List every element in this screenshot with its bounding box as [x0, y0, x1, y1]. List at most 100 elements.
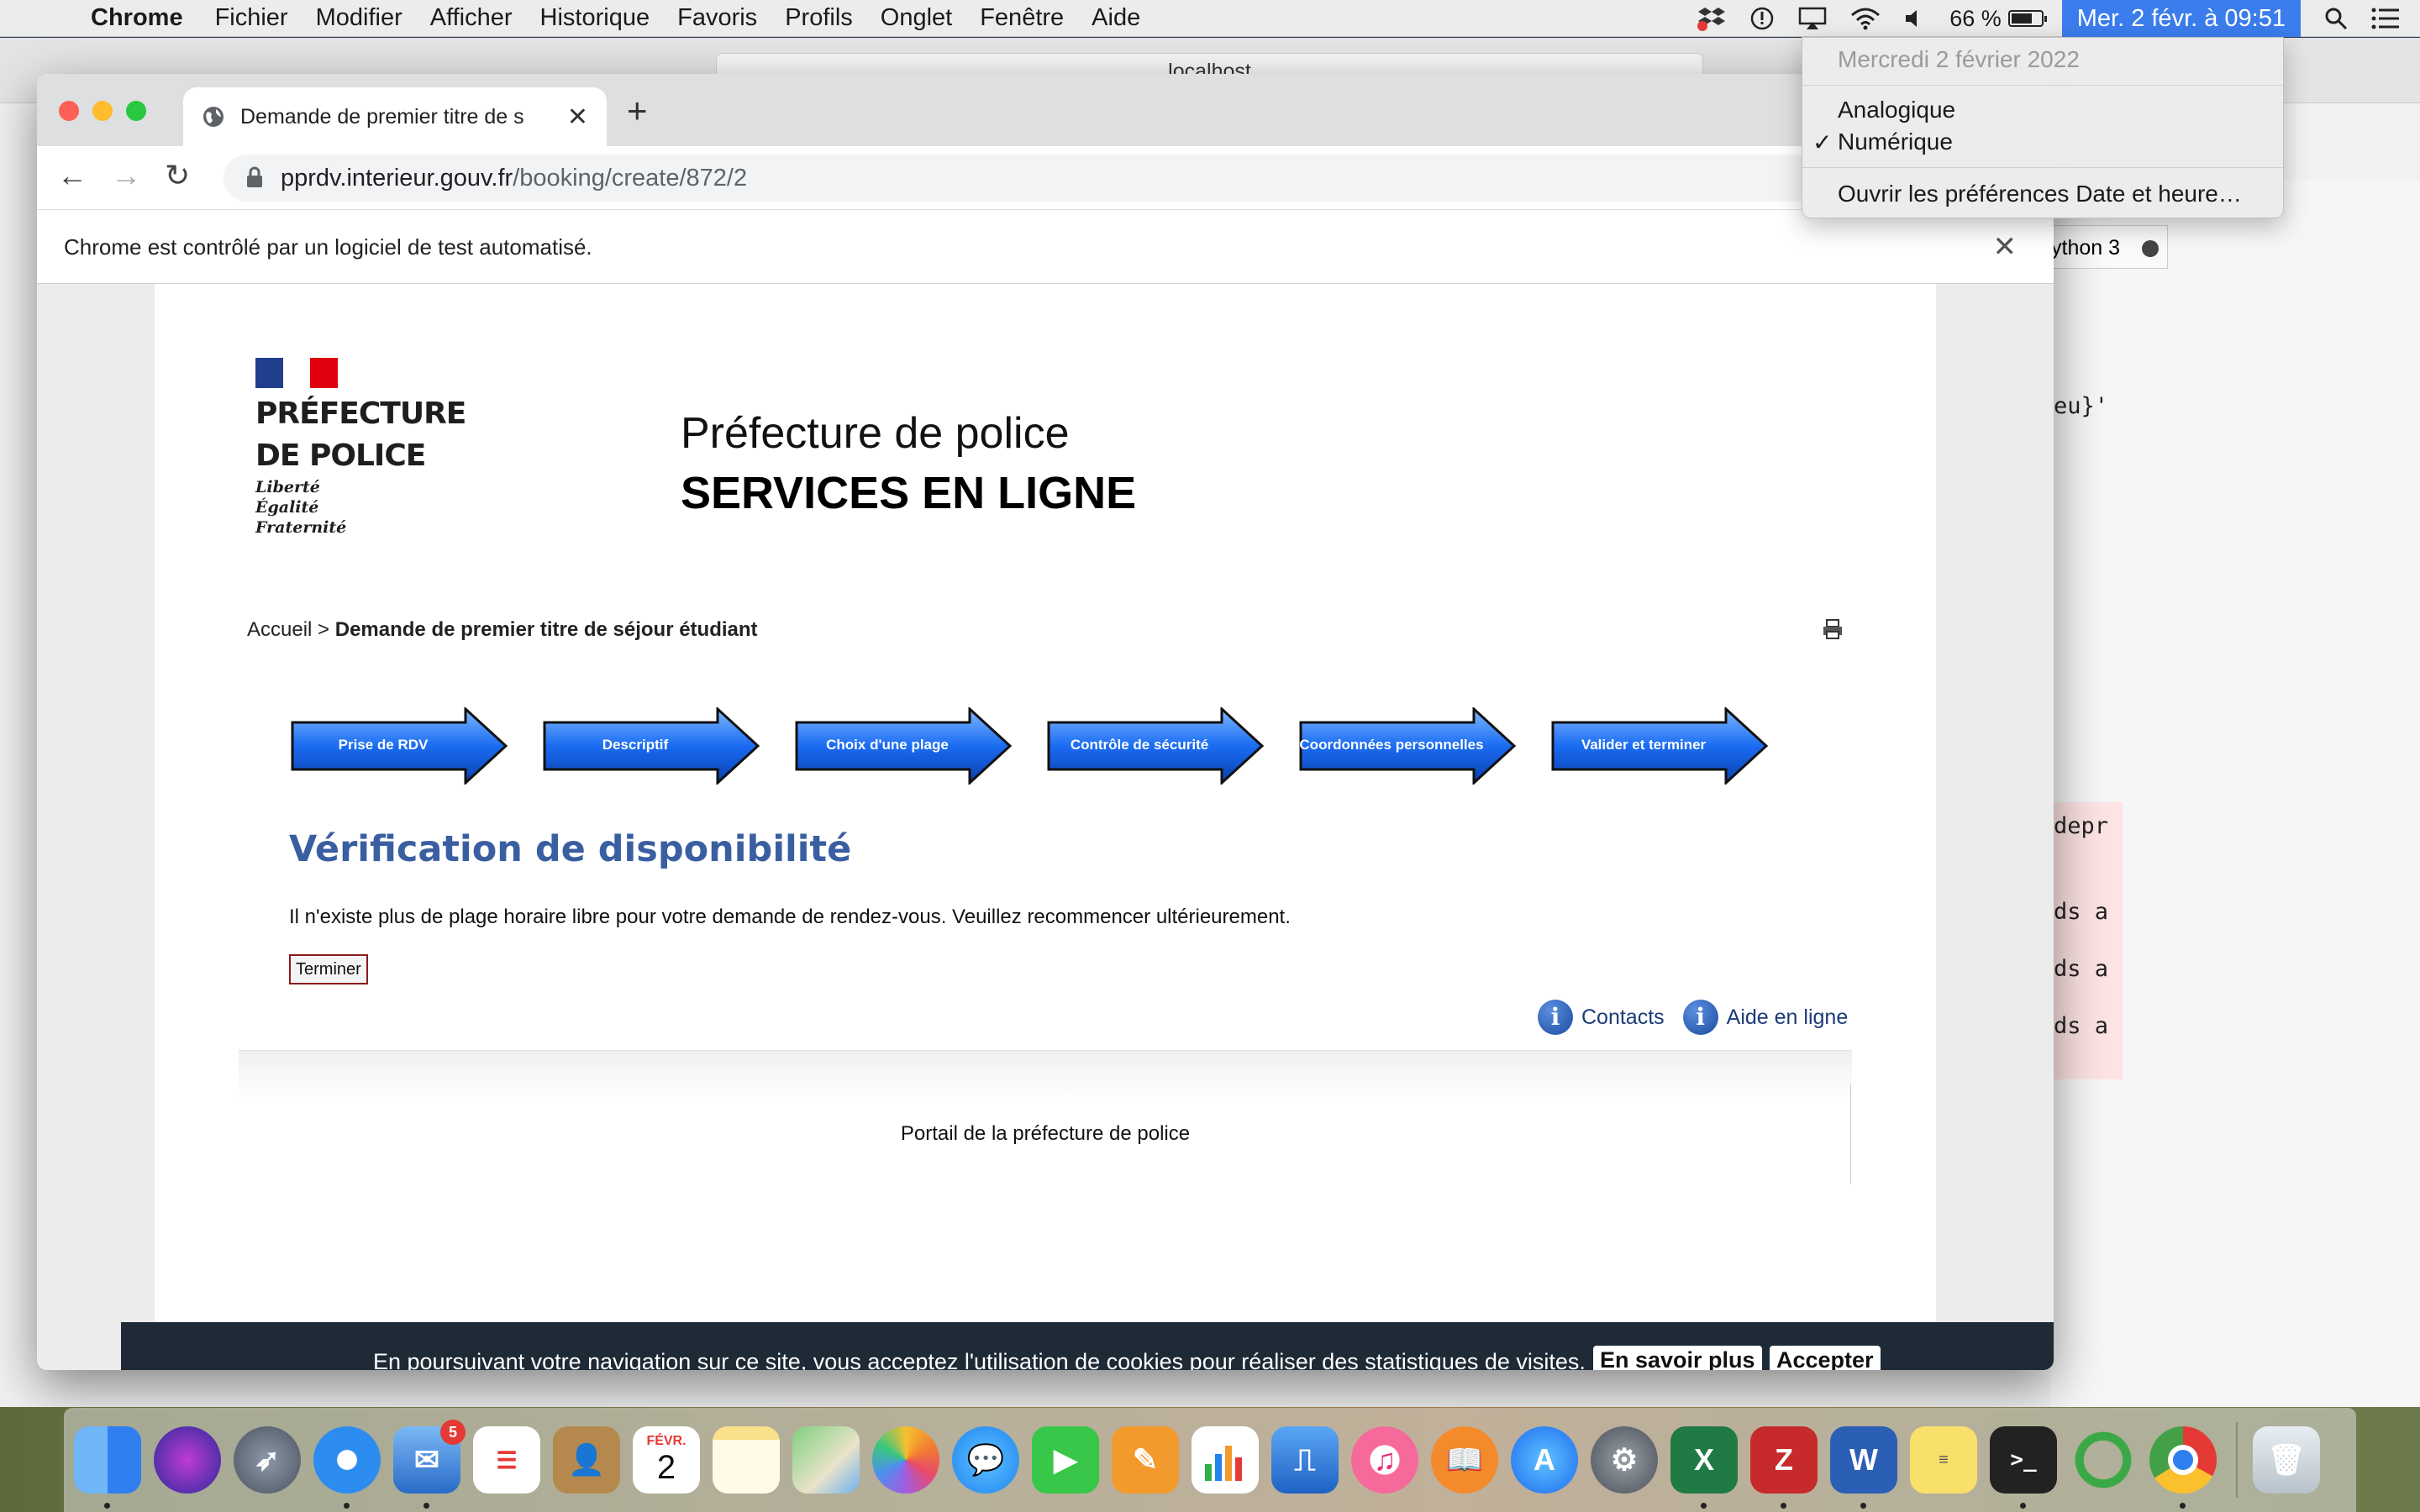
page-heading: Vérification de disponibilité — [289, 828, 852, 870]
print-icon[interactable] — [1822, 618, 1844, 646]
back-icon[interactable]: ← — [57, 158, 87, 193]
spotlight-search-icon[interactable] — [2324, 7, 2348, 30]
help-info-icon[interactable]: i — [1682, 1000, 1718, 1035]
menu-historique[interactable]: Historique — [540, 4, 650, 32]
reminders-icon[interactable]: ☰ — [473, 1426, 540, 1494]
dock: ➶ ✉ 5 ☰ 👤 FÉVR. 2 💬 ▶ ✎ ⎍ ♫ 📖 A ⚙ X Z W ≡ … — [64, 1408, 2356, 1512]
excel-icon[interactable]: X — [1670, 1426, 1738, 1509]
menu-modifier[interactable]: Modifier — [316, 4, 402, 32]
menu-fichier[interactable]: Fichier — [215, 4, 288, 32]
mail-icon[interactable]: ✉ 5 — [393, 1420, 466, 1509]
footer-divider — [239, 1050, 1852, 1100]
wifi-icon[interactable] — [1850, 7, 1881, 30]
step-coordonnees: Coordonnées personnelles — [1297, 707, 1517, 785]
zoom-window-button[interactable] — [126, 101, 146, 121]
battery-status[interactable]: 66 % — [1949, 6, 2047, 32]
app-store-icon[interactable]: A — [1511, 1426, 1578, 1494]
step-choix-plage: Choix d'une plage — [793, 707, 1013, 785]
tab-close-icon[interactable]: ✕ — [567, 102, 588, 132]
itunes-icon[interactable]: ♫ — [1351, 1426, 1418, 1494]
menu-bar: Chrome Fichier Modifier Afficher Histori… — [0, 0, 2420, 37]
tab-active[interactable]: Demande de premier titre de s ✕ — [183, 87, 607, 146]
motto: Liberté Égalité Fraternité — [255, 478, 347, 537]
airplay-icon[interactable] — [1798, 7, 1827, 30]
new-tab-button[interactable]: + — [627, 91, 648, 131]
code-line: ds a — [2054, 956, 2109, 982]
notes-icon[interactable] — [713, 1426, 780, 1494]
window-controls — [59, 101, 146, 121]
notification-center-icon[interactable] — [2371, 8, 2400, 29]
pages-icon[interactable]: ✎ — [1112, 1426, 1179, 1494]
globe-icon — [203, 107, 224, 127]
sync-icon[interactable] — [2070, 1426, 2137, 1494]
safari-icon[interactable] — [313, 1426, 381, 1509]
page-content: PRÉFECTURE DE POLICE Liberté Égalité Fra… — [155, 284, 1936, 1370]
menu-aide[interactable]: Aide — [1092, 4, 1140, 32]
reload-icon[interactable]: ↻ — [165, 158, 190, 193]
contacts-info-icon[interactable]: i — [1538, 1000, 1573, 1035]
finder-icon[interactable] — [74, 1426, 141, 1509]
numbers-icon[interactable] — [1192, 1426, 1259, 1494]
trash-icon[interactable]: 🗑 — [2253, 1426, 2320, 1494]
battery-icon — [2007, 10, 2047, 27]
step-prise-de-rdv: Prise de RDV — [289, 707, 508, 785]
site-title-line-1: Préfecture de police — [681, 409, 1070, 458]
lock-icon[interactable] — [245, 166, 264, 188]
url-path: /booking/create/872/2 — [513, 165, 748, 192]
volume-icon[interactable] — [1904, 8, 1926, 29]
siri-icon[interactable] — [154, 1426, 221, 1494]
page-viewport: PRÉFECTURE DE POLICE Liberté Égalité Fra… — [37, 284, 2054, 1370]
filezilla-icon[interactable]: Z — [1750, 1426, 1818, 1509]
system-preferences-icon[interactable]: ⚙ — [1591, 1426, 1658, 1494]
photos-icon[interactable] — [872, 1426, 939, 1494]
menu-fenetre[interactable]: Fenêtre — [980, 4, 1064, 32]
step-descriptif: Descriptif — [541, 707, 760, 785]
books-icon[interactable]: 📖 — [1431, 1426, 1498, 1494]
prefecture-logo: PRÉFECTURE DE POLICE Liberté Égalité Fra… — [255, 358, 466, 538]
infobar-close-icon[interactable]: ✕ — [1993, 210, 2018, 284]
cookie-text: En poursuivant votre navigation sur ce s… — [373, 1349, 1586, 1370]
launchpad-icon[interactable]: ➶ — [234, 1426, 301, 1494]
clock-menu-digital[interactable]: Numérique — [1838, 129, 1953, 155]
messages-icon[interactable]: 💬 — [952, 1426, 1019, 1494]
keynote-icon[interactable]: ⎍ — [1271, 1426, 1339, 1494]
step-controle-securite: Contrôle de sécurité — [1045, 707, 1265, 785]
menu-profils[interactable]: Profils — [785, 4, 853, 32]
alert-icon[interactable] — [1749, 6, 1775, 31]
dropbox-icon[interactable] — [1697, 6, 1726, 31]
chrome-icon[interactable] — [2149, 1426, 2217, 1509]
url-host: pprdv.interieur.gouv.fr — [281, 165, 513, 192]
footer-portal-link[interactable]: Portail de la préfecture de police — [155, 1122, 1936, 1146]
forward-icon[interactable]: → — [111, 158, 141, 193]
clock-menu: Mercredi 2 février 2022 Analogique ✓ Num… — [1802, 37, 2284, 218]
menu-onglet[interactable]: Onglet — [881, 4, 952, 32]
cookie-accept-button[interactable]: Accepter — [1770, 1346, 1881, 1370]
menu-clock[interactable]: Mer. 2 févr. à 09:51 — [2061, 0, 2301, 37]
menu-app-name[interactable]: Chrome — [91, 4, 183, 32]
word-icon[interactable]: W — [1830, 1426, 1897, 1509]
calendar-icon[interactable]: FÉVR. 2 — [633, 1426, 700, 1494]
breadcrumb: Accueil > Demande de premier titre de sé… — [247, 618, 758, 641]
cookie-banner: En poursuivant votre navigation sur ce s… — [121, 1322, 2054, 1370]
menu-afficher[interactable]: Afficher — [430, 4, 513, 32]
code-line: ds a — [2054, 1013, 2109, 1039]
tab-title: Demande de premier titre de s — [240, 104, 524, 129]
close-window-button[interactable] — [59, 101, 79, 121]
facetime-icon[interactable]: ▶ — [1032, 1426, 1099, 1494]
availability-message: Il n'existe plus de plage horaire libre … — [289, 906, 1291, 928]
help-link[interactable]: Aide en ligne — [1727, 1005, 1849, 1030]
breadcrumb-home[interactable]: Accueil — [247, 618, 312, 641]
terminal-icon[interactable]: >_ — [1990, 1426, 2057, 1509]
stickies-icon[interactable]: ≡ — [1910, 1426, 1977, 1494]
minimize-window-button[interactable] — [92, 101, 113, 121]
maps-icon[interactable] — [792, 1426, 860, 1494]
finish-button[interactable]: Terminer — [289, 954, 368, 984]
automation-infobar: Chrome est contrôlé par un logiciel de t… — [37, 210, 2054, 284]
contacts-link[interactable]: Contacts — [1581, 1005, 1665, 1030]
cookie-more-button[interactable]: En savoir plus — [1593, 1346, 1762, 1370]
url-field[interactable]: pprdv.interieur.gouv.fr/booking/create/8… — [224, 155, 2039, 202]
menu-favoris[interactable]: Favoris — [677, 4, 757, 32]
clock-menu-preferences[interactable]: Ouvrir les préférences Date et heure… — [1838, 181, 2242, 207]
clock-menu-analog[interactable]: Analogique — [1838, 97, 1955, 123]
contacts-icon[interactable]: 👤 — [553, 1426, 620, 1494]
